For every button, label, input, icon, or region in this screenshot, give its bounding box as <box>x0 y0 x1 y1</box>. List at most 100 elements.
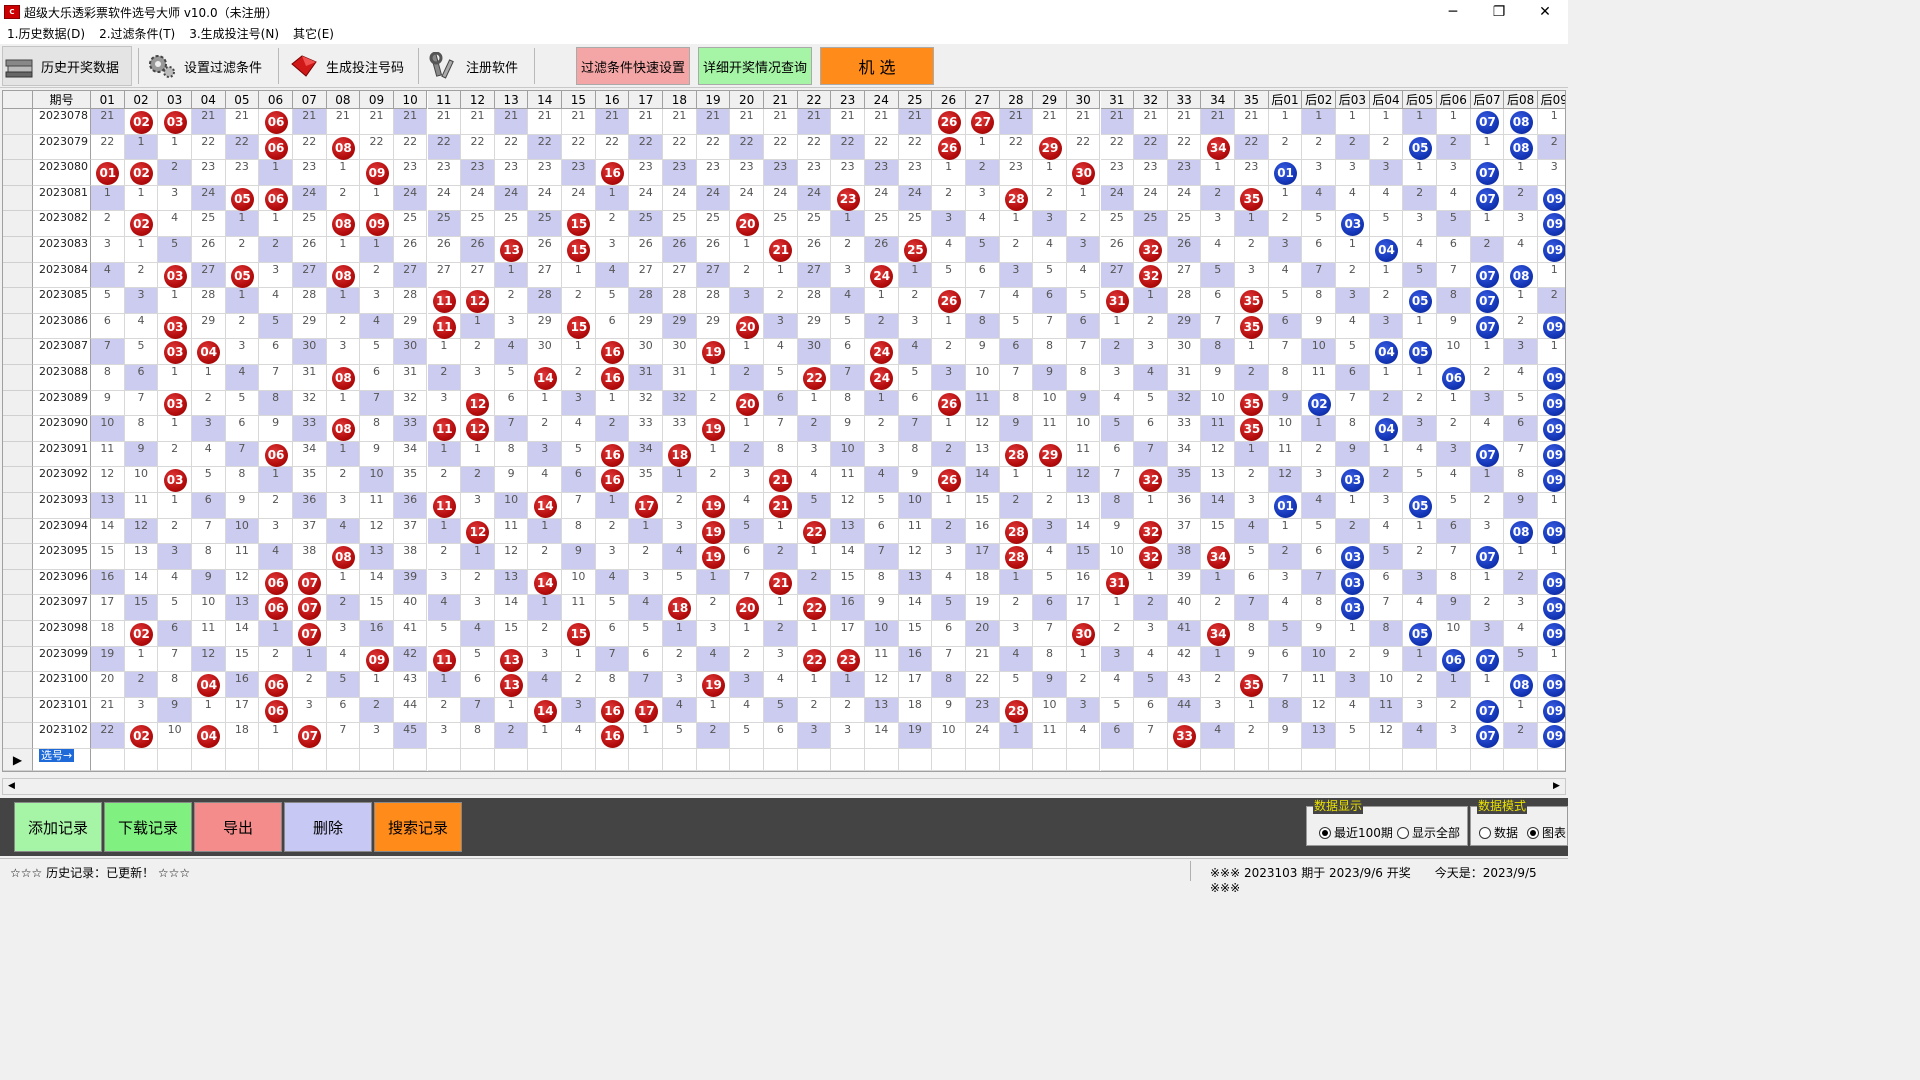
table-cell: 1 <box>1369 262 1404 289</box>
select-cell[interactable] <box>1537 749 1565 771</box>
select-cell[interactable] <box>225 749 260 771</box>
register-software-button[interactable]: 注册软件 <box>428 46 518 86</box>
select-cell[interactable] <box>393 749 428 771</box>
select-cell[interactable] <box>864 749 899 771</box>
row-selector[interactable] <box>3 339 33 365</box>
select-cell[interactable] <box>696 749 731 771</box>
select-cell[interactable] <box>831 749 865 771</box>
row-selector[interactable] <box>3 441 33 468</box>
history-grid[interactable]: 期号 01 02 03 04 05 06 07 08 09 10 11 12 13 14 15 16 17 18 19… <box>2 90 1566 772</box>
select-cell[interactable] <box>730 749 764 771</box>
row-selector-current[interactable]: ▶ <box>3 749 33 771</box>
select-cell[interactable] <box>1268 749 1303 771</box>
select-cell[interactable] <box>1033 749 1067 771</box>
select-cell[interactable] <box>1336 749 1370 771</box>
quick-filter-button[interactable]: 过滤条件快速设置 <box>576 47 690 85</box>
select-cell[interactable] <box>259 749 293 771</box>
select-cell[interactable] <box>898 749 933 771</box>
row-selector[interactable] <box>3 211 33 237</box>
row-selector[interactable] <box>3 569 33 596</box>
row-selector[interactable] <box>3 109 33 135</box>
select-cell[interactable] <box>999 749 1034 771</box>
select-cell[interactable] <box>1470 749 1505 771</box>
row-selector[interactable] <box>3 697 33 724</box>
select-cell[interactable] <box>1100 749 1135 771</box>
show-all-radio[interactable]: 显示全部 <box>1397 824 1460 841</box>
select-cell[interactable] <box>158 749 192 771</box>
row-selector[interactable] <box>3 262 33 289</box>
select-cell[interactable] <box>360 749 394 771</box>
generate-numbers-button[interactable]: 生成投注号码 <box>288 46 404 86</box>
select-cell[interactable] <box>1134 749 1168 771</box>
scroll-left-icon[interactable]: ◀ <box>3 779 20 794</box>
row-selector[interactable] <box>3 544 33 570</box>
row-selector[interactable] <box>3 390 33 417</box>
table-cell: 3 <box>864 441 899 468</box>
row-selector[interactable] <box>3 134 33 161</box>
select-cell[interactable] <box>629 749 664 771</box>
select-cell[interactable] <box>91 749 125 771</box>
select-cell[interactable] <box>562 749 596 771</box>
select-cell[interactable] <box>764 749 798 771</box>
row-selector[interactable] <box>3 467 33 493</box>
column-header-02: 02 <box>124 91 159 109</box>
select-cell[interactable] <box>1403 749 1437 771</box>
restore-button[interactable]: ❐ <box>1476 0 1522 24</box>
select-cell[interactable] <box>965 749 1000 771</box>
download-record-button[interactable]: 下载记录 <box>104 802 192 852</box>
close-button[interactable]: ✕ <box>1522 0 1568 24</box>
select-cell[interactable] <box>1302 749 1337 771</box>
select-cell[interactable] <box>663 749 697 771</box>
select-cell[interactable] <box>1369 749 1404 771</box>
select-cell[interactable] <box>932 749 966 771</box>
row-selector[interactable] <box>3 518 33 545</box>
row-selector[interactable] <box>3 595 33 621</box>
select-cell[interactable] <box>292 749 327 771</box>
select-cell[interactable] <box>461 749 495 771</box>
export-button[interactable]: 导出 <box>194 802 282 852</box>
row-selector[interactable] <box>3 160 33 186</box>
select-cell[interactable] <box>427 749 462 771</box>
select-cell[interactable] <box>191 749 226 771</box>
delete-button[interactable]: 删除 <box>284 802 372 852</box>
data-mode-radio[interactable]: 数据 <box>1479 824 1518 841</box>
select-cell[interactable] <box>528 749 563 771</box>
row-selector[interactable] <box>3 365 33 391</box>
scroll-right-icon[interactable]: ▶ <box>1548 779 1565 794</box>
select-cell[interactable] <box>1437 749 1471 771</box>
row-selector[interactable] <box>3 493 33 519</box>
minimize-button[interactable]: ─ <box>1430 0 1476 24</box>
set-filter-button[interactable]: 设置过滤条件 <box>146 46 262 86</box>
row-selector[interactable] <box>3 621 33 647</box>
row-selector[interactable] <box>3 646 33 673</box>
select-cell[interactable] <box>797 749 832 771</box>
select-cell[interactable] <box>326 749 361 771</box>
select-cell[interactable] <box>595 749 630 771</box>
draw-detail-button[interactable]: 详细开奖情况查询 <box>698 47 812 85</box>
select-cell[interactable] <box>1201 749 1236 771</box>
menu-history[interactable]: 1.历史数据(D) <box>0 24 92 44</box>
history-data-button[interactable]: 历史开奖数据 <box>2 46 132 86</box>
row-selector[interactable] <box>3 313 33 340</box>
menu-generate[interactable]: 3.生成投注号(N) <box>182 24 286 44</box>
horizontal-scrollbar[interactable]: ◀ ▶ <box>2 778 1566 795</box>
chart-mode-radio[interactable]: 图表 <box>1527 824 1566 841</box>
row-selector[interactable] <box>3 237 33 263</box>
row-selector[interactable] <box>3 672 33 698</box>
select-cell[interactable] <box>1235 749 1269 771</box>
random-pick-button[interactable]: 机 选 <box>820 47 934 85</box>
menu-filter[interactable]: 2.过滤条件(T) <box>92 24 182 44</box>
select-cell[interactable] <box>494 749 529 771</box>
add-record-button[interactable]: 添加记录 <box>14 802 102 852</box>
recent-100-radio[interactable]: 最近100期 <box>1319 824 1393 841</box>
row-selector[interactable] <box>3 723 33 749</box>
row-selector[interactable] <box>3 185 33 212</box>
select-cell[interactable] <box>1066 749 1101 771</box>
row-selector[interactable] <box>3 416 33 442</box>
select-cell[interactable] <box>1504 749 1538 771</box>
search-record-button[interactable]: 搜索记录 <box>374 802 462 852</box>
select-cell[interactable] <box>124 749 159 771</box>
select-cell[interactable] <box>1167 749 1202 771</box>
menu-other[interactable]: 其它(E) <box>286 24 341 44</box>
row-selector[interactable] <box>3 288 33 314</box>
